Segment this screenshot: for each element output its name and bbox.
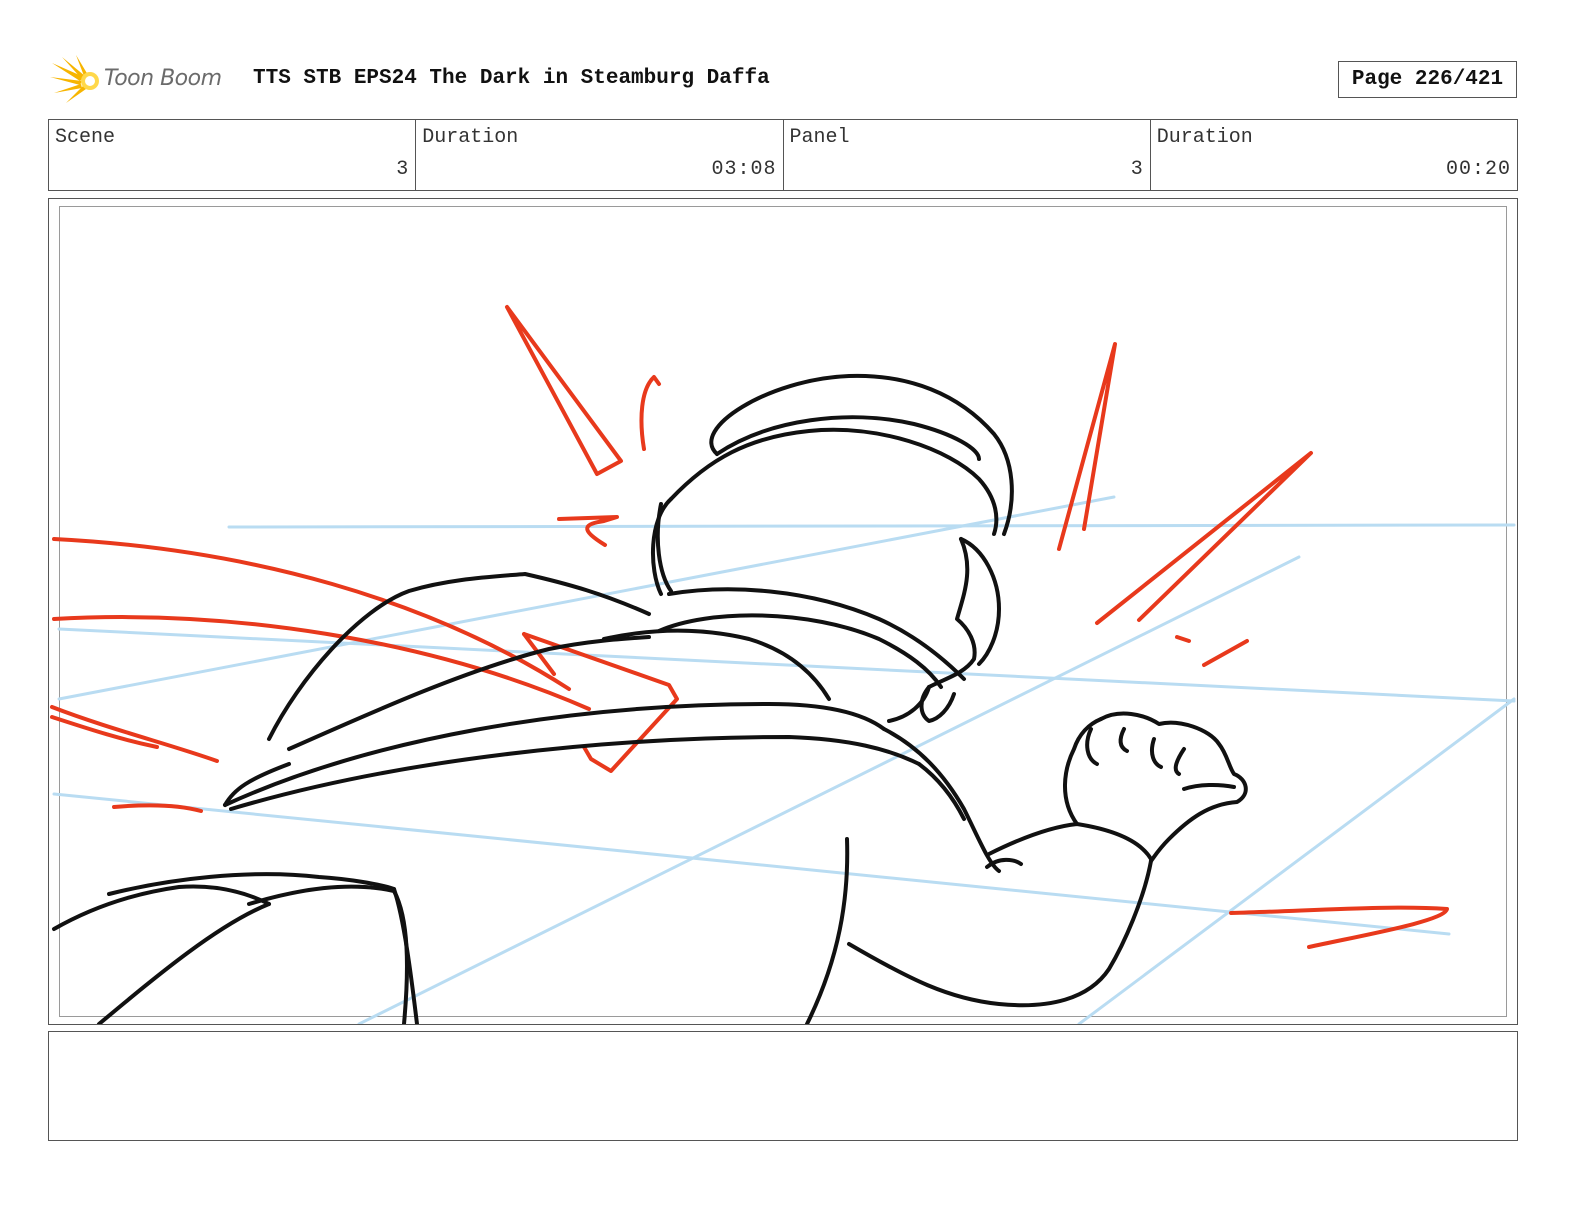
scene-duration-label: Duration — [422, 126, 519, 149]
starburst-logo-icon — [50, 55, 99, 103]
panel-duration-label: Duration — [1156, 126, 1253, 149]
logo-text: Toon Boom — [104, 66, 222, 91]
storyboard-panel — [48, 198, 1518, 1025]
character-sketch — [52, 373, 1248, 1024]
scene-info-table: Scene 3 Duration 03:08 Panel 3 Duration … — [48, 119, 1518, 191]
panel-cell: Panel 3 — [784, 120, 1151, 190]
scene-label: Scene — [55, 126, 116, 149]
panel-value: 3 — [1130, 158, 1144, 181]
panel-duration-cell: Duration 00:20 — [1151, 120, 1517, 190]
scene-cell: Scene 3 — [49, 120, 417, 190]
scene-duration-value: 03:08 — [711, 158, 777, 181]
toon-boom-logo: Toon Boom — [50, 55, 240, 105]
panel-sketch — [50, 305, 1516, 1024]
panel-duration-value: 00:20 — [1445, 158, 1511, 181]
scene-duration-cell: Duration 03:08 — [416, 120, 784, 190]
panel-label: Panel — [789, 126, 850, 149]
panel-notes-box — [48, 1031, 1518, 1141]
page-indicator: Page 226/421 — [1338, 61, 1517, 98]
scene-value: 3 — [396, 158, 410, 181]
document-title: TTS STB EPS24 The Dark in Steamburg Daff… — [253, 67, 770, 90]
perspective-guides — [52, 495, 1516, 1024]
